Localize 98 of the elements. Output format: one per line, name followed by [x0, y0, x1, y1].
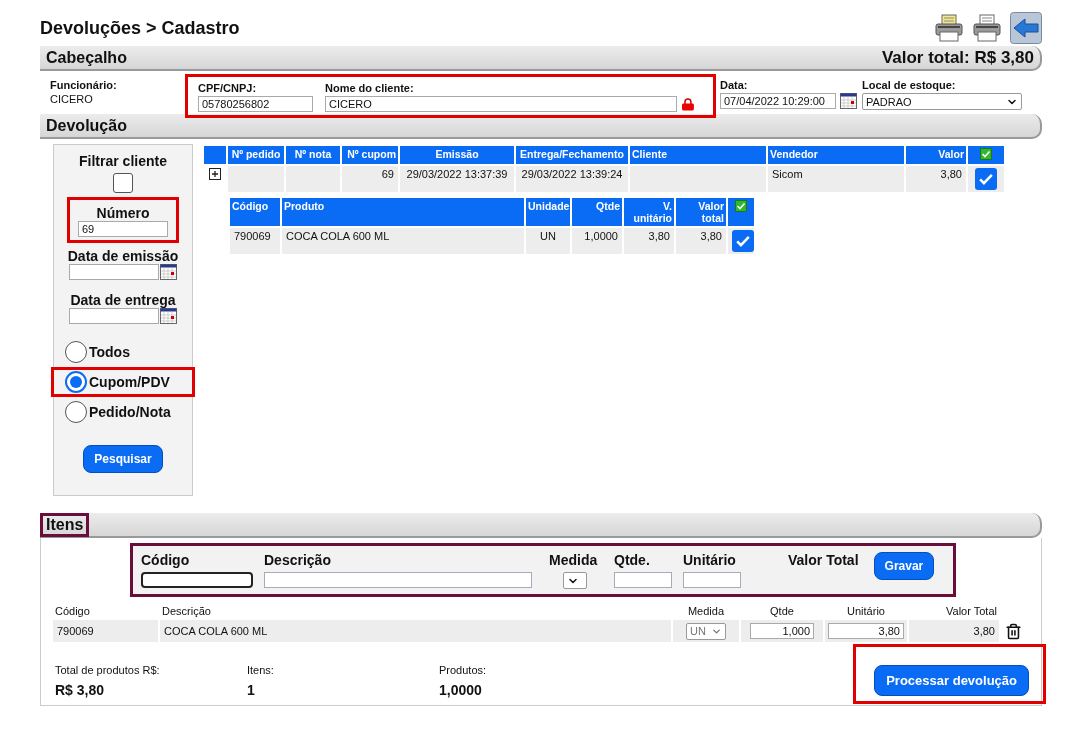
total-value: Valor total: R$ 3,80 — [881, 47, 1034, 68]
field-label: Medida — [549, 552, 599, 568]
field-label: Qtde. — [614, 552, 651, 568]
printer-icon[interactable] — [934, 13, 964, 43]
field-label: Descrição — [264, 552, 332, 568]
column-header: Qtde — [769, 605, 795, 619]
field-label: CPF/CNPJ: — [198, 82, 258, 94]
section-title: Cabeçalho — [46, 48, 127, 67]
table-cell: UN — [526, 228, 570, 254]
column-header: Código — [54, 605, 91, 619]
field-label: Local de estoque: — [862, 79, 957, 91]
checkbox[interactable] — [113, 173, 133, 193]
filter-label: Data de emissão — [67, 248, 179, 264]
date-field[interactable]: 07/04/2022 10:29:00 — [720, 93, 836, 109]
input-field[interactable]: 1,000 — [750, 623, 814, 639]
radio-button[interactable] — [65, 341, 87, 363]
column-header: Emissão — [400, 146, 514, 164]
input-field[interactable]: 69 — [78, 221, 168, 237]
total-label: Total de produtos R$: — [55, 664, 161, 676]
lock-icon[interactable] — [681, 97, 695, 111]
column-header: Entrega/Fechamento — [516, 146, 628, 164]
input-field[interactable] — [683, 572, 741, 588]
calendar-icon[interactable] — [160, 308, 177, 324]
column-header: Vendedor — [768, 146, 904, 164]
table-cell: 69 — [342, 166, 398, 192]
column-header: Valor — [906, 146, 966, 164]
table-cell: Sicom — [768, 166, 904, 192]
radio-button[interactable] — [65, 401, 87, 423]
column-header: Medida — [686, 605, 726, 619]
section-title: Devolução — [46, 116, 127, 135]
column-header: Nº pedido — [228, 146, 284, 164]
input-field[interactable] — [264, 572, 532, 588]
calendar-icon[interactable] — [840, 93, 857, 109]
date-field[interactable] — [69, 308, 159, 324]
column-header: Valor total — [676, 198, 726, 226]
expand-icon[interactable] — [209, 168, 221, 180]
column-header: Qtde — [572, 198, 622, 226]
table-cell: 790069 — [57, 625, 94, 637]
input-field[interactable]: CICERO — [325, 96, 678, 112]
checkbox[interactable] — [975, 168, 997, 190]
column-header: Unitário — [846, 605, 886, 619]
field-value: CICERO — [50, 93, 94, 105]
total-value: 1 — [247, 682, 256, 698]
section-title: Itens — [40, 512, 90, 537]
process-button[interactable]: Processar devolução — [874, 665, 1029, 696]
page-title: Devoluções > Cadastro — [40, 17, 240, 39]
table-cell: 3,80 — [676, 228, 726, 254]
column-header: Produto — [282, 198, 524, 226]
field-label: Unitário — [683, 552, 737, 568]
total-label: Produtos: — [439, 664, 488, 676]
column-header: Cliente — [630, 146, 766, 164]
radio-label: Pedido/Nota — [89, 404, 171, 420]
field-label: Nome do cliente: — [325, 82, 415, 94]
filter-label: Filtrar cliente — [79, 153, 167, 169]
radio-button[interactable] — [65, 371, 87, 393]
table-cell: 1,0000 — [572, 228, 622, 254]
calendar-icon[interactable] — [160, 264, 177, 280]
column-header: Valor Total — [945, 605, 998, 619]
field-label: Código — [141, 552, 191, 568]
filter-label: Data de entrega — [70, 292, 176, 308]
date-field[interactable] — [69, 264, 159, 280]
save-button[interactable]: Gravar — [873, 552, 935, 580]
column-header: Nº nota — [286, 146, 340, 164]
checkbox-icon[interactable] — [735, 200, 747, 212]
table-cell: COCA COLA 600 ML — [164, 625, 268, 637]
total-value: 1,0000 — [439, 682, 483, 698]
filter-label: Número — [96, 205, 150, 221]
trash-icon[interactable] — [1005, 622, 1022, 640]
column-header: Código — [230, 198, 280, 226]
total-value: R$ 3,80 — [55, 682, 106, 698]
table-cell: 3,80 — [624, 228, 674, 254]
total-label: Itens: — [247, 664, 275, 676]
table-cell: COCA COLA 600 ML — [282, 228, 524, 254]
column-header: Descrição — [161, 605, 212, 619]
column-header: Unidade — [526, 198, 570, 226]
checkbox-icon[interactable] — [980, 148, 992, 160]
radio-label: Cupom/PDV — [89, 374, 170, 390]
table-cell: 3,80 — [973, 625, 995, 637]
select-field[interactable]: PADRAO — [862, 93, 1022, 110]
input-field[interactable]: 3,80 — [828, 623, 904, 639]
column-header: V. unitário — [624, 198, 674, 226]
table-cell: 790069 — [230, 228, 280, 254]
input-field[interactable] — [614, 572, 672, 588]
field-label: Data: — [720, 79, 749, 91]
column-header: Nº cupom — [342, 146, 398, 164]
table-cell: 29/03/2022 13:37:39 — [400, 166, 514, 192]
input-field[interactable] — [141, 572, 253, 588]
field-label: Valor Total — [788, 552, 859, 568]
radio-label: Todos — [89, 344, 130, 360]
select-field[interactable] — [563, 572, 587, 589]
search-button[interactable]: Pesquisar — [83, 445, 163, 473]
input-field[interactable]: 05780256802 — [198, 96, 313, 112]
select-field[interactable]: UN — [686, 622, 726, 640]
table-cell: 3,80 — [906, 166, 966, 192]
printer-icon[interactable] — [972, 13, 1002, 43]
table-cell: 29/03/2022 13:39:24 — [516, 166, 628, 192]
column-header — [204, 146, 226, 164]
field-label: Funcionário: — [50, 79, 118, 91]
